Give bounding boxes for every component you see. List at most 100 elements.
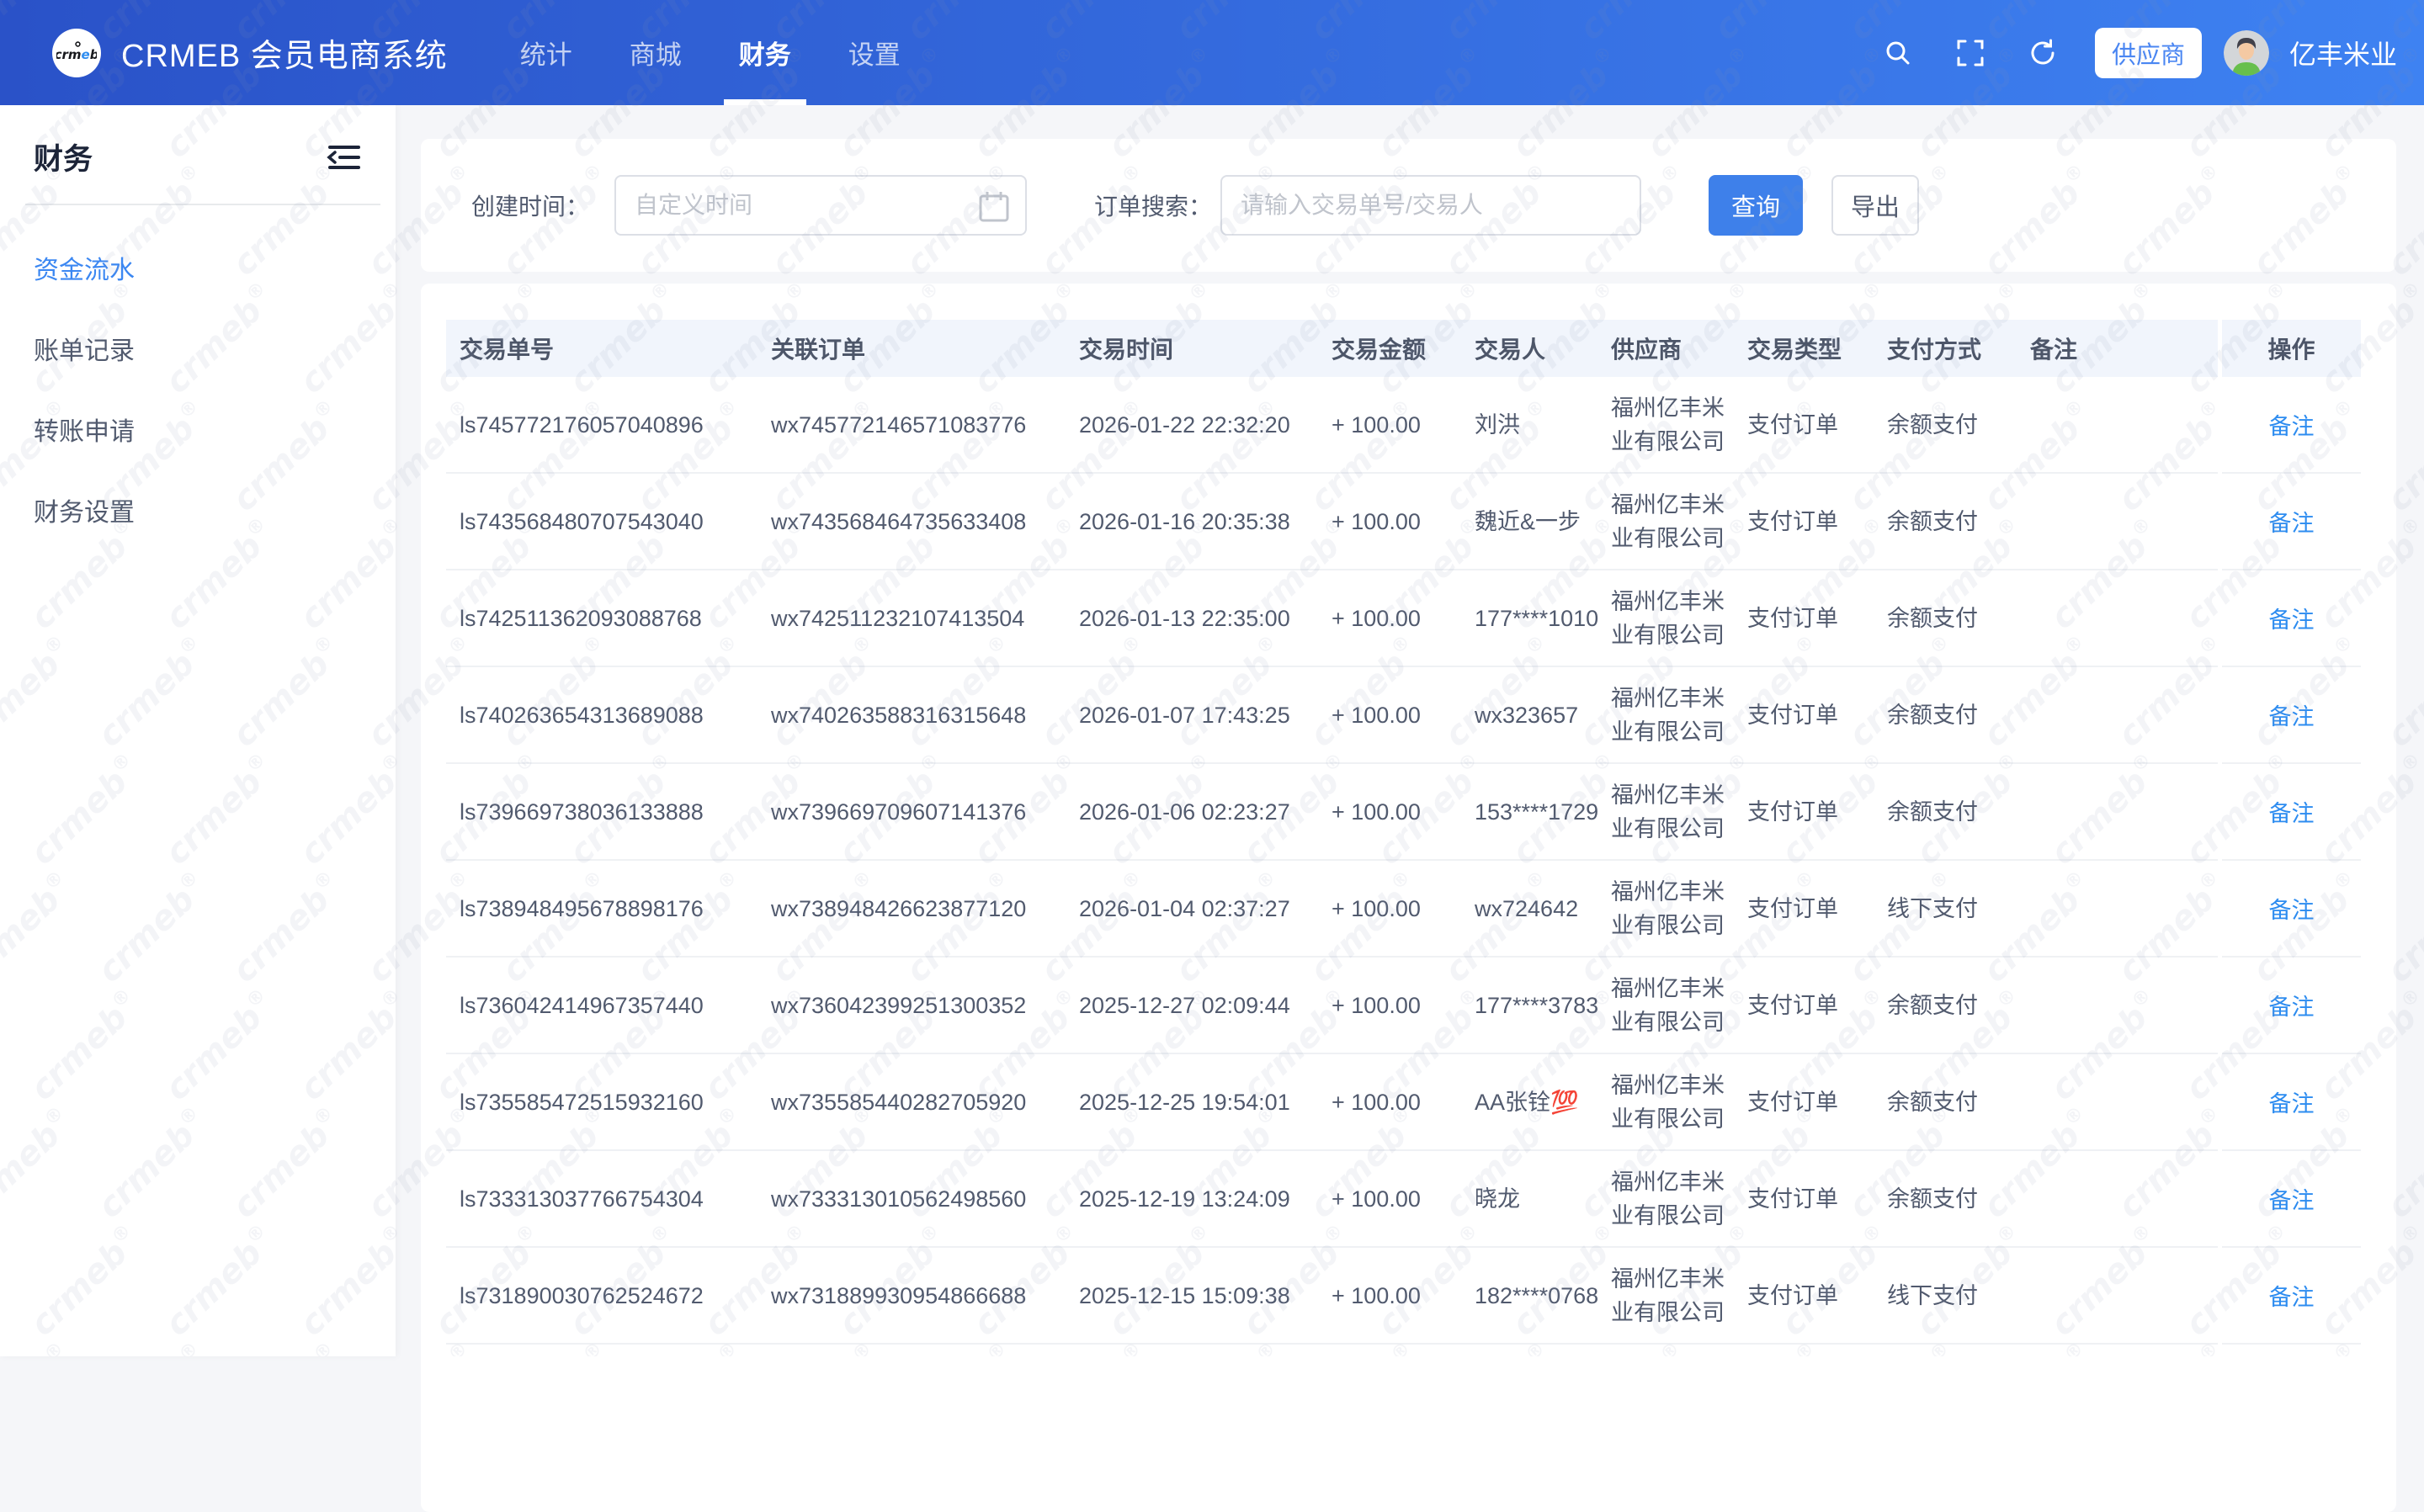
remark-link[interactable]: 备注 — [2269, 602, 2315, 634]
cell-remark — [2030, 667, 2218, 762]
cell-supplier: 福州亿丰米业有限公司 — [1611, 1054, 1747, 1149]
navbar-right: 供应商 亿丰米业 — [1842, 28, 2397, 78]
fullscreen-icon[interactable] — [1954, 36, 1987, 70]
cell-transaction-id: ls739669738036133888 — [446, 764, 771, 859]
sidebar-item-capital-flow[interactable]: 资金流水 — [0, 227, 396, 308]
cell-transaction-id: ls743568480707543040 — [446, 474, 771, 569]
cell-type: 支付订单 — [1747, 1248, 1887, 1343]
cell-amount: + 100.00 — [1332, 570, 1475, 666]
col-transaction-id: 交易单号 — [446, 320, 771, 377]
cell-transaction-id: ls738948495678898176 — [446, 861, 771, 956]
cell-transaction-id: ls740263654313689088 — [446, 667, 771, 762]
cell-supplier: 福州亿丰米业有限公司 — [1611, 667, 1747, 762]
sidebar-item-finance-settings[interactable]: 财务设置 — [0, 470, 396, 550]
cell-type: 支付订单 — [1747, 1054, 1887, 1149]
create-time-input[interactable] — [616, 192, 1025, 219]
sidebar: 财务 资金流水 账单记录 转账申请 财务设置 — [0, 105, 396, 1356]
table-row: ls738948495678898176 wx73894842662387712… — [446, 861, 2361, 958]
remark-link[interactable]: 备注 — [2269, 1279, 2315, 1312]
table-row: ls745772176057040896 wx74577214657108377… — [446, 377, 2361, 474]
user-avatar[interactable] — [2224, 30, 2269, 76]
order-search-box[interactable] — [1220, 175, 1641, 236]
search-button[interactable]: 查询 — [1709, 175, 1803, 236]
refresh-icon[interactable] — [2026, 36, 2060, 70]
cell-transaction-time: 2026-01-22 22:32:20 — [1079, 377, 1332, 472]
cell-remark — [2030, 1054, 2218, 1149]
supplier-role-badge[interactable]: 供应商 — [2095, 28, 2202, 78]
cell-supplier: 福州亿丰米业有限公司 — [1611, 764, 1747, 859]
remark-link[interactable]: 备注 — [2269, 408, 2315, 441]
col-pay-method: 支付方式 — [1887, 320, 2030, 377]
cell-transaction-time: 2026-01-06 02:23:27 — [1079, 764, 1332, 859]
cell-pay-method: 余额支付 — [1887, 1151, 2030, 1246]
cell-type: 支付订单 — [1747, 570, 1887, 666]
tab-finance[interactable]: 财务 — [724, 0, 806, 105]
sidebar-item-bill-records[interactable]: 账单记录 — [0, 308, 396, 389]
cell-buyer: wx323657 — [1475, 667, 1611, 762]
remark-link[interactable]: 备注 — [2269, 505, 2315, 538]
search-icon[interactable] — [1881, 36, 1915, 70]
cell-transaction-time: 2025-12-15 15:09:38 — [1079, 1248, 1332, 1343]
cell-remark — [2030, 1151, 2218, 1246]
cell-transaction-time: 2025-12-19 13:24:09 — [1079, 1151, 1332, 1246]
cell-related-order: wx743568464735633408 — [771, 474, 1079, 569]
order-search-input[interactable] — [1222, 192, 1640, 219]
table-body: ls745772176057040896 wx74577214657108377… — [446, 377, 2361, 1345]
cell-amount: + 100.00 — [1332, 1151, 1475, 1246]
username[interactable]: 亿丰米业 — [2289, 34, 2397, 72]
cell-pay-method: 余额支付 — [1887, 958, 2030, 1053]
cell-supplier: 福州亿丰米业有限公司 — [1611, 958, 1747, 1053]
cell-buyer: 刘洪 — [1475, 377, 1611, 472]
remark-link[interactable]: 备注 — [2269, 892, 2315, 925]
app-title: CRMEB 会员电商系统 — [121, 29, 448, 76]
cell-type: 支付订单 — [1747, 667, 1887, 762]
sidebar-item-transfer-request[interactable]: 转账申请 — [0, 389, 396, 470]
cell-related-order: wx740263588316315648 — [771, 667, 1079, 762]
cell-pay-method: 余额支付 — [1887, 377, 2030, 472]
table-row: ls743568480707543040 wx74356846473563340… — [446, 474, 2361, 570]
table-header: 交易单号 关联订单 交易时间 交易金额 交易人 供应商 交易类型 支付方式 备注… — [446, 320, 2361, 377]
cell-remark — [2030, 570, 2218, 666]
cell-remark — [2030, 861, 2218, 956]
main-nav: 统计 商城 财务 设置 — [492, 0, 929, 105]
tab-settings[interactable]: 设置 — [833, 0, 916, 105]
collapse-sidebar-icon[interactable] — [327, 142, 362, 172]
cell-buyer: 魏近&一步 — [1475, 474, 1611, 569]
cell-pay-method: 余额支付 — [1887, 764, 2030, 859]
export-button[interactable]: 导出 — [1831, 175, 1919, 236]
cell-pay-method: 线下支付 — [1887, 861, 2030, 956]
cell-remark — [2030, 1248, 2218, 1343]
cell-transaction-id: ls733313037766754304 — [446, 1151, 771, 1246]
main-content: 创建时间： 订单搜索： 查询 导出 交易单号 关联订单 交易时间 交易金额 — [396, 105, 2424, 1356]
col-supplier: 供应商 — [1611, 320, 1747, 377]
cell-supplier: 福州亿丰米业有限公司 — [1611, 1248, 1747, 1343]
create-time-label: 创建时间： — [471, 188, 614, 222]
cell-buyer: 182****0768 — [1475, 1248, 1611, 1343]
order-search-label: 订单搜索： — [1094, 188, 1220, 222]
cell-amount: + 100.00 — [1332, 958, 1475, 1053]
tab-statistics[interactable]: 统计 — [505, 0, 587, 105]
tab-mall[interactable]: 商城 — [614, 0, 697, 105]
cell-remark — [2030, 958, 2218, 1053]
remark-link[interactable]: 备注 — [2269, 989, 2315, 1021]
cell-transaction-id: ls745772176057040896 — [446, 377, 771, 472]
remark-link[interactable]: 备注 — [2269, 1182, 2315, 1215]
remark-link[interactable]: 备注 — [2269, 698, 2315, 731]
cell-remark — [2030, 474, 2218, 569]
remark-link[interactable]: 备注 — [2269, 1085, 2315, 1118]
cell-remark — [2030, 377, 2218, 472]
cell-transaction-time: 2025-12-25 19:54:01 — [1079, 1054, 1332, 1149]
cell-amount: + 100.00 — [1332, 764, 1475, 859]
calendar-icon — [978, 190, 1010, 224]
col-transaction-time: 交易时间 — [1079, 320, 1332, 377]
col-action: 操作 — [2222, 320, 2361, 377]
cell-related-order: wx735585440282705920 — [771, 1054, 1079, 1149]
remark-link[interactable]: 备注 — [2269, 795, 2315, 828]
cell-supplier: 福州亿丰米业有限公司 — [1611, 861, 1747, 956]
cell-pay-method: 余额支付 — [1887, 474, 2030, 569]
cell-type: 支付订单 — [1747, 958, 1887, 1053]
cell-supplier: 福州亿丰米业有限公司 — [1611, 570, 1747, 666]
cell-buyer: 177****3783 — [1475, 958, 1611, 1053]
table-row: ls742511362093088768 wx74251123210741350… — [446, 570, 2361, 667]
create-time-picker[interactable] — [614, 175, 1027, 236]
